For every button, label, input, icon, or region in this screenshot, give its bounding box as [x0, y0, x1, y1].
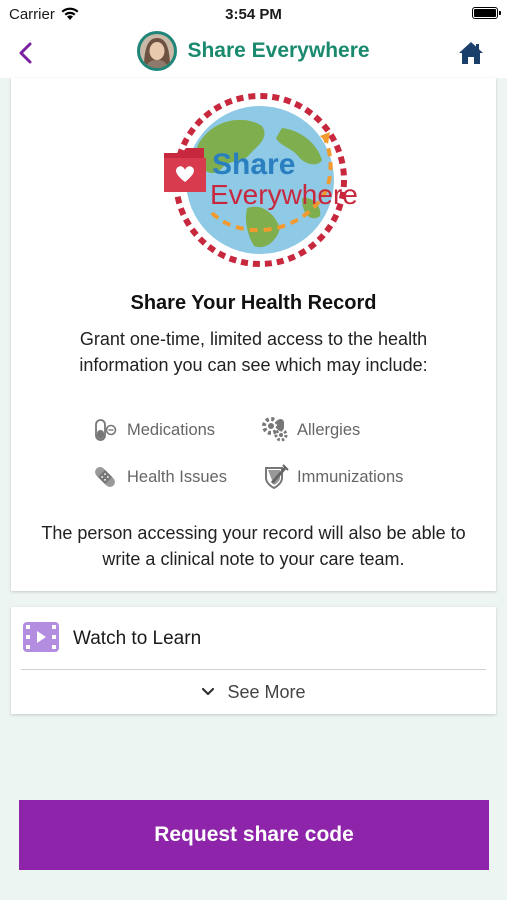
card-footer-note: The person accessing your record will al… [41, 523, 466, 569]
syringe-shield-icon [261, 463, 289, 491]
nav-title-group: Share Everywhere [0, 31, 507, 71]
feature-allergies: Allergies [261, 416, 360, 444]
nav-bar: Share Everywhere [0, 28, 507, 78]
feature-immunizations: Immunizations [261, 463, 403, 491]
card-description: Grant one-time, limited access to the he… [79, 329, 428, 375]
feature-health-issues: Health Issues [91, 463, 227, 491]
video-icon [23, 622, 59, 652]
chevron-down-icon [202, 687, 215, 696]
logo-line2: Everywhere [210, 179, 358, 210]
watch-to-learn-row[interactable]: Watch to Learn [11, 607, 496, 669]
watch-to-learn-label: Watch to Learn [73, 628, 202, 649]
learn-card: Watch to Learn See More [11, 607, 496, 714]
feature-label: Allergies [297, 420, 361, 439]
share-info-card: Share Everywhere Share Your Health Recor… [11, 78, 496, 591]
pill-icon [91, 416, 119, 444]
avatar[interactable] [137, 31, 178, 71]
clock: 3:54 PM [225, 6, 282, 23]
avatar-portrait-icon [140, 34, 175, 68]
allergy-icon [261, 416, 289, 444]
home-icon[interactable] [457, 40, 485, 66]
feature-label: Health Issues [127, 467, 227, 486]
bandage-icon [91, 463, 119, 491]
feature-medications: Medications [91, 416, 215, 444]
page-title: Share Everywhere [187, 39, 370, 62]
battery-icon [472, 7, 501, 19]
feature-label: Immunizations [297, 467, 404, 486]
status-bar: Carrier 3:54 PM [0, 0, 507, 28]
see-more-button[interactable]: See More [11, 670, 496, 714]
card-heading: Share Your Health Record [130, 292, 377, 314]
share-everywhere-logo: Share Everywhere [164, 93, 358, 267]
see-more-label: See More [227, 681, 306, 702]
request-share-code-button[interactable]: Request share code [19, 800, 489, 870]
logo-line1: Share [212, 148, 295, 181]
feature-label: Medications [127, 420, 216, 439]
